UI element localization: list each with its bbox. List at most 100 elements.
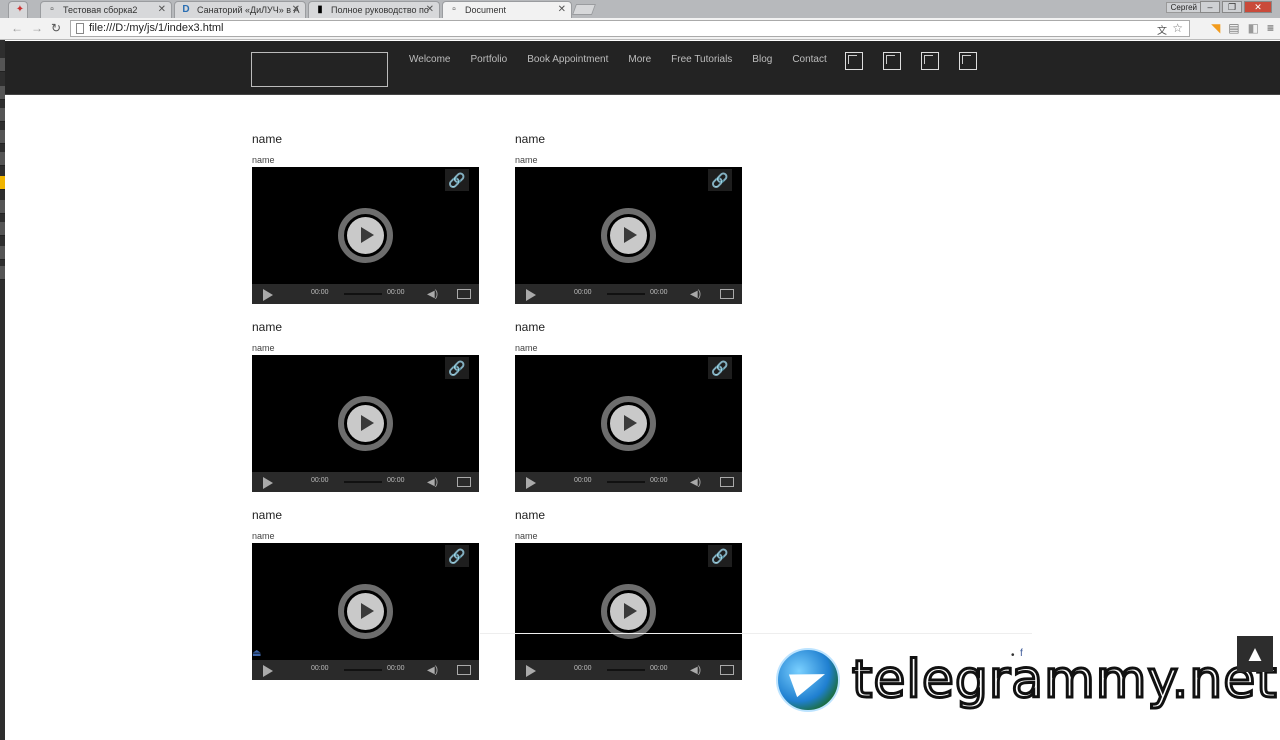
video-player[interactable]: 🔗 00:00 00:00 ◀) <box>515 543 742 680</box>
nav-free-tutorials[interactable]: Free Tutorials <box>671 54 732 65</box>
play-button[interactable] <box>601 208 656 263</box>
forward-icon[interactable]: → <box>31 21 43 35</box>
seek-bar[interactable] <box>607 293 645 295</box>
seek-bar[interactable] <box>344 481 382 483</box>
close-icon[interactable]: ✕ <box>158 4 166 15</box>
broken-image-icon[interactable] <box>883 52 901 70</box>
restore-icon[interactable]: ❐ <box>1222 1 1242 13</box>
extension-icon[interactable]: ◧ <box>1248 21 1259 35</box>
link-icon[interactable]: 🔗 <box>445 169 469 191</box>
logo-image[interactable] <box>251 52 388 87</box>
play-icon[interactable] <box>263 665 273 677</box>
link-icon[interactable]: 🔗 <box>708 545 732 567</box>
volume-icon[interactable]: ◀) <box>427 477 438 488</box>
menu-icon[interactable]: ≡ <box>1267 21 1274 35</box>
extension-icon[interactable]: ▤ <box>1228 21 1239 35</box>
tab-label: Санаторий «ДиЛУЧ» в А <box>197 5 300 15</box>
translate-icon[interactable]: 文 <box>1157 22 1167 37</box>
fullscreen-icon[interactable] <box>457 289 471 299</box>
video-card: name name 🔗 00:00 00:00 ◀) <box>252 508 479 680</box>
play-button[interactable] <box>338 396 393 451</box>
user-profile[interactable]: Сергей <box>1165 2 1202 13</box>
fullscreen-icon[interactable] <box>720 477 734 487</box>
card-subtitle: name <box>515 155 538 165</box>
total-time: 00:00 <box>650 289 668 296</box>
play-button[interactable] <box>601 396 656 451</box>
watermark-text: telegrammy.net <box>851 649 1279 712</box>
nav-portfolio[interactable]: Portfolio <box>471 54 508 65</box>
page-icon: ▫ <box>50 4 54 15</box>
video-card: name name 🔗 00:00 00:00 ◀) <box>515 320 742 492</box>
current-time: 00:00 <box>574 289 592 296</box>
broken-image-icon[interactable] <box>921 52 939 70</box>
total-time: 00:00 <box>650 477 668 484</box>
tab-2[interactable]: D Санаторий «ДиЛУЧ» в А ✕ <box>174 1 306 18</box>
video-player[interactable]: 🔗 00:00 00:00 ◀) <box>252 355 479 492</box>
broken-image-icon[interactable] <box>959 52 977 70</box>
video-player[interactable]: 🔗 00:00 00:00 ◀) <box>252 543 479 680</box>
nav-more[interactable]: More <box>628 54 651 65</box>
page-icon <box>76 23 84 34</box>
star-icon[interactable]: ☆ <box>1172 21 1183 35</box>
card-subtitle: name <box>252 155 275 165</box>
video-player[interactable]: 🔗 00:00 00:00 ◀) <box>515 355 742 492</box>
card-subtitle: name <box>515 531 538 541</box>
address-bar[interactable]: file:///D:/my/js/1/index3.html 文 ☆ <box>70 20 1190 37</box>
apps-tab[interactable]: ✦ <box>8 1 28 18</box>
nav-contact[interactable]: Contact <box>792 54 826 65</box>
reload-icon[interactable]: ↻ <box>51 21 61 35</box>
volume-icon[interactable]: ◀) <box>690 289 701 300</box>
tab-4[interactable]: ▫ Document ✕ <box>442 1 572 18</box>
play-icon[interactable] <box>526 477 536 489</box>
nav-blog[interactable]: Blog <box>752 54 772 65</box>
volume-icon[interactable]: ◀) <box>427 289 438 300</box>
fullscreen-icon[interactable] <box>720 289 734 299</box>
link-icon[interactable]: 🔗 <box>445 357 469 379</box>
play-icon <box>361 415 374 431</box>
link-icon[interactable]: 🔗 <box>708 169 732 191</box>
close-window-icon[interactable]: ✕ <box>1244 1 1272 13</box>
play-icon[interactable] <box>526 665 536 677</box>
volume-icon[interactable]: ◀) <box>690 477 701 488</box>
inbox-icon: ⏏ <box>252 648 262 659</box>
volume-icon[interactable]: ◀) <box>690 665 701 676</box>
nav-welcome[interactable]: Welcome <box>409 54 451 65</box>
browser-toolbar: ← → ↻ file:///D:/my/js/1/index3.html 文 ☆… <box>0 18 1280 40</box>
play-button[interactable] <box>338 208 393 263</box>
current-time: 00:00 <box>311 665 329 672</box>
link-icon[interactable]: 🔗 <box>708 357 732 379</box>
play-button[interactable] <box>601 584 656 639</box>
volume-icon[interactable]: ◀) <box>427 665 438 676</box>
tab-3[interactable]: ▮ Полное руководство по ✕ <box>308 1 440 18</box>
fullscreen-icon[interactable] <box>457 665 471 675</box>
nav-book-appointment[interactable]: Book Appointment <box>527 54 608 65</box>
video-player[interactable]: 🔗 00:00 00:00 ◀) <box>515 167 742 304</box>
broken-image-icon[interactable] <box>845 52 863 70</box>
play-button[interactable] <box>338 584 393 639</box>
close-icon[interactable]: ✕ <box>292 4 300 15</box>
seek-bar[interactable] <box>607 481 645 483</box>
new-tab-button[interactable] <box>571 4 597 15</box>
card-subtitle: name <box>252 343 275 353</box>
link-icon[interactable]: 🔗 <box>445 545 469 567</box>
back-icon[interactable]: ← <box>11 21 23 35</box>
seek-bar[interactable] <box>344 293 382 295</box>
play-icon[interactable] <box>263 289 273 301</box>
rss-icon[interactable]: ◥ <box>1211 21 1220 35</box>
close-icon[interactable]: ✕ <box>558 4 566 15</box>
video-controls: 00:00 00:00 ◀) <box>515 660 742 680</box>
minimize-icon[interactable]: – <box>1200 1 1220 13</box>
play-icon[interactable] <box>526 289 536 301</box>
video-player[interactable]: 🔗 00:00 00:00 ◀) <box>252 167 479 304</box>
fullscreen-icon[interactable] <box>720 665 734 675</box>
tab-1[interactable]: ▫ Тестовая сборка2 ✕ <box>40 1 172 18</box>
seek-bar[interactable] <box>607 669 645 671</box>
seek-bar[interactable] <box>344 669 382 671</box>
current-time: 00:00 <box>574 477 592 484</box>
total-time: 00:00 <box>650 665 668 672</box>
fullscreen-icon[interactable] <box>457 477 471 487</box>
close-icon[interactable]: ✕ <box>426 4 434 15</box>
play-icon[interactable] <box>263 477 273 489</box>
book-icon: ▮ <box>317 4 323 15</box>
scroll-to-top-button[interactable]: ▲ <box>1237 636 1273 672</box>
